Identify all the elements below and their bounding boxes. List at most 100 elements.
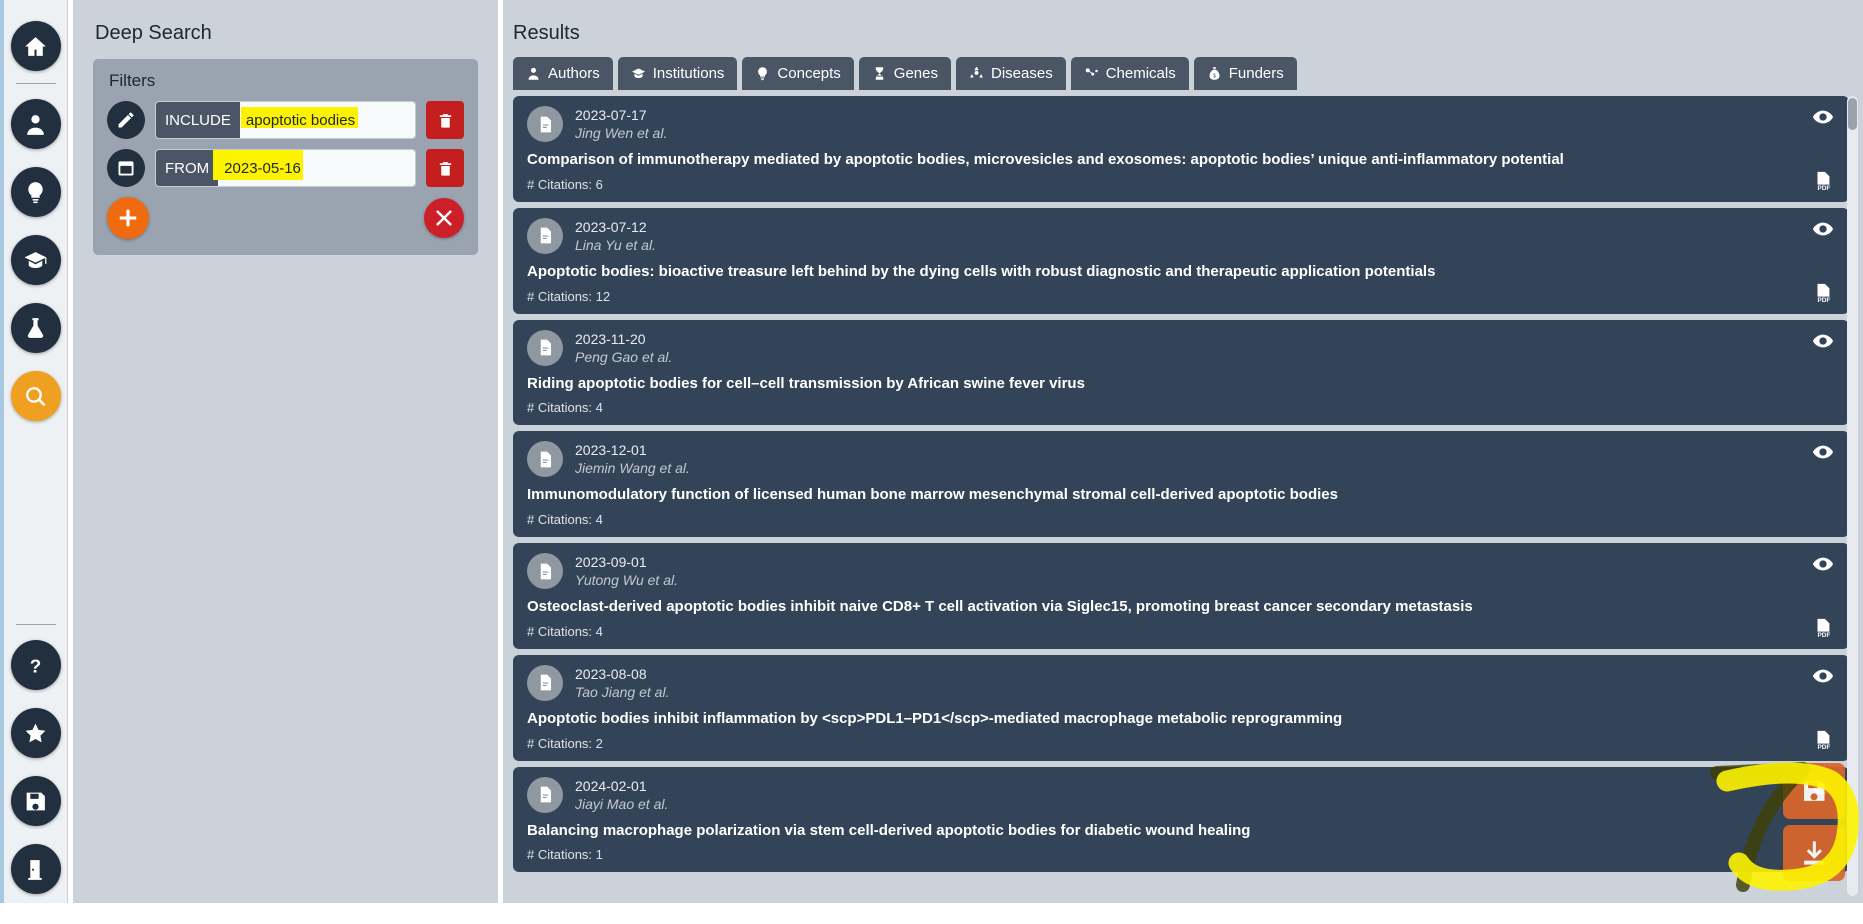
result-card[interactable]: 2023-09-01 Yutong Wu et al. Osteoclast-d… xyxy=(513,543,1849,649)
sidebar-divider-top xyxy=(15,83,56,84)
pdf-file-icon[interactable]: PDF xyxy=(1812,617,1834,639)
tab-genes[interactable]: Genes xyxy=(858,57,951,90)
card-title[interactable]: Apoptotic bodies: bioactive treasure lef… xyxy=(527,263,1835,282)
eye-icon[interactable] xyxy=(1812,330,1834,352)
tab-institutions[interactable]: Institutions xyxy=(617,57,738,90)
result-card[interactable]: 2023-12-01 Jiemin Wang et al. Immunomodu… xyxy=(513,431,1849,537)
card-authors: Peng Gao et al. xyxy=(575,348,673,365)
save-results-button[interactable] xyxy=(1783,763,1845,819)
filter-type-button-from[interactable] xyxy=(107,149,145,187)
filter-input-from[interactable]: FROM 2023-05-16 xyxy=(155,149,416,187)
card-citations: # Citations: 4 xyxy=(527,512,603,527)
results-tabs: Authors Institutions Concepts Genes Dise… xyxy=(503,57,1863,96)
document-icon xyxy=(527,217,563,254)
card-meta: 2023-08-08 Tao Jiang et al. xyxy=(575,666,669,700)
tab-authors[interactable]: Authors xyxy=(513,57,613,90)
eye-icon[interactable] xyxy=(1812,106,1834,128)
result-card[interactable]: 2024-02-01 Jiayi Mao et al. Balancing ma… xyxy=(513,766,1849,873)
sidebar-divider-bottom xyxy=(15,624,56,625)
filter-input-include[interactable]: INCLUDE apoptotic bodies xyxy=(155,101,416,139)
result-card[interactable]: 2023-08-08 Tao Jiang et al. Apoptotic bo… xyxy=(513,654,1849,761)
card-date: 2023-11-20 xyxy=(575,330,646,347)
card-meta: 2023-11-20 Peng Gao et al. xyxy=(575,331,672,365)
result-card[interactable]: 2023-07-12 Lina Yu et al. Apoptotic bodi… xyxy=(513,207,1849,314)
tab-concepts[interactable]: Concepts xyxy=(742,57,854,90)
card-meta: 2023-07-17 Jing Wen et al. xyxy=(575,107,667,141)
pdf-file-icon[interactable]: PDF xyxy=(1812,170,1834,192)
door-exit-icon xyxy=(23,857,48,882)
card-title[interactable]: Comparison of immunotherapy mediated by … xyxy=(527,151,1835,170)
flask-icon xyxy=(23,316,48,341)
result-card[interactable]: 2023-07-17 Jing Wen et al. Comparison of… xyxy=(513,96,1849,202)
card-title[interactable]: Balancing macrophage polarization via st… xyxy=(527,822,1835,841)
card-citations: # Citations: 4 xyxy=(527,623,603,639)
document-icon xyxy=(527,106,563,142)
card-header: 2023-12-01 Jiemin Wang et al. xyxy=(527,441,1835,478)
pencil-icon xyxy=(116,110,136,130)
eye-icon[interactable] xyxy=(1812,553,1834,575)
sidebar-item-scholar[interactable] xyxy=(10,235,61,285)
sidebar-item-logout[interactable] xyxy=(10,844,61,894)
document-icon xyxy=(527,776,563,813)
sidebar-item-lab[interactable] xyxy=(10,303,61,353)
eye-icon[interactable] xyxy=(1812,441,1834,463)
clear-filters-button[interactable] xyxy=(424,198,464,238)
tab-diseases[interactable]: Diseases xyxy=(956,57,1066,90)
page-title: Deep Search xyxy=(95,22,212,44)
deep-search-panel: Deep Search Filters INCLUDE apoptotic bo… xyxy=(73,0,498,903)
delete-filter-button-from[interactable] xyxy=(426,149,464,187)
star-icon xyxy=(23,721,48,746)
card-actions xyxy=(1811,441,1835,527)
card-header: 2023-11-20 Peng Gao et al. xyxy=(527,329,1835,366)
plus-icon xyxy=(117,207,139,229)
card-date: 2023-12-01 xyxy=(575,442,647,459)
tab-funders[interactable]: $ Funders xyxy=(1193,57,1297,90)
card-actions: PDF xyxy=(1811,553,1835,639)
home-icon xyxy=(23,34,48,59)
question-mark-icon: ? xyxy=(23,653,48,678)
filter-value-wrap-from: 2023-05-16 xyxy=(213,150,415,186)
filter-row: FROM 2023-05-16 xyxy=(107,149,464,187)
sidebar-item-search[interactable] xyxy=(10,371,61,421)
card-actions: PDF xyxy=(1811,106,1835,192)
delete-filter-button-include[interactable] xyxy=(426,101,464,139)
add-filter-button[interactable] xyxy=(107,197,149,239)
tab-label: Institutions xyxy=(652,65,725,82)
card-citations: # Citations: 2 xyxy=(527,735,603,751)
eye-icon[interactable] xyxy=(1812,218,1834,240)
card-title[interactable]: Apoptotic bodies inhibit inflammation by… xyxy=(527,710,1835,729)
filter-actions xyxy=(107,197,464,239)
filter-type-button-include[interactable] xyxy=(107,101,145,139)
scrollbar-thumb[interactable] xyxy=(1848,98,1857,130)
card-date: 2023-08-08 xyxy=(575,665,647,682)
document-icon xyxy=(527,664,563,701)
molecule-icon xyxy=(1084,66,1099,81)
tab-label: Concepts xyxy=(777,65,841,82)
pdf-file-icon[interactable]: PDF xyxy=(1812,729,1834,751)
sidebar-item-home[interactable] xyxy=(10,21,61,71)
sidebar-item-ideas[interactable] xyxy=(10,167,61,217)
eye-icon[interactable] xyxy=(1812,665,1834,687)
filter-value-wrap-include: apoptotic bodies xyxy=(240,102,415,138)
money-bag-icon: $ xyxy=(1207,66,1222,81)
sidebar-item-save[interactable] xyxy=(10,776,61,826)
card-header: 2023-07-17 Jing Wen et al. xyxy=(527,106,1835,142)
card-header: 2024-02-01 Jiayi Mao et al. xyxy=(527,776,1835,813)
download-results-button[interactable] xyxy=(1783,825,1845,881)
tab-chemicals[interactable]: Chemicals xyxy=(1070,57,1189,90)
pdf-file-icon[interactable]: PDF xyxy=(1812,282,1834,304)
card-title[interactable]: Immunomodulatory function of licensed hu… xyxy=(527,486,1835,505)
app-root: ? Deep Search Filters INCLUDE apoptotic … xyxy=(0,0,1863,924)
card-title[interactable]: Osteoclast-derived apoptotic bodies inhi… xyxy=(527,598,1835,617)
svg-text:PDF: PDF xyxy=(1818,297,1831,304)
sidebar-item-profile[interactable] xyxy=(10,99,61,149)
filter-tag-from: FROM xyxy=(156,150,219,186)
sidebar-item-help[interactable]: ? xyxy=(10,640,61,690)
card-title[interactable]: Riding apoptotic bodies for cell–cell tr… xyxy=(527,375,1835,394)
dna-icon xyxy=(872,66,887,81)
tab-label: Authors xyxy=(548,65,600,82)
card-actions: PDF xyxy=(1811,665,1835,751)
card-header: 2023-09-01 Yutong Wu et al. xyxy=(527,553,1835,589)
sidebar-item-favorites[interactable] xyxy=(10,708,61,758)
result-card[interactable]: 2023-11-20 Peng Gao et al. Riding apopto… xyxy=(513,319,1849,426)
